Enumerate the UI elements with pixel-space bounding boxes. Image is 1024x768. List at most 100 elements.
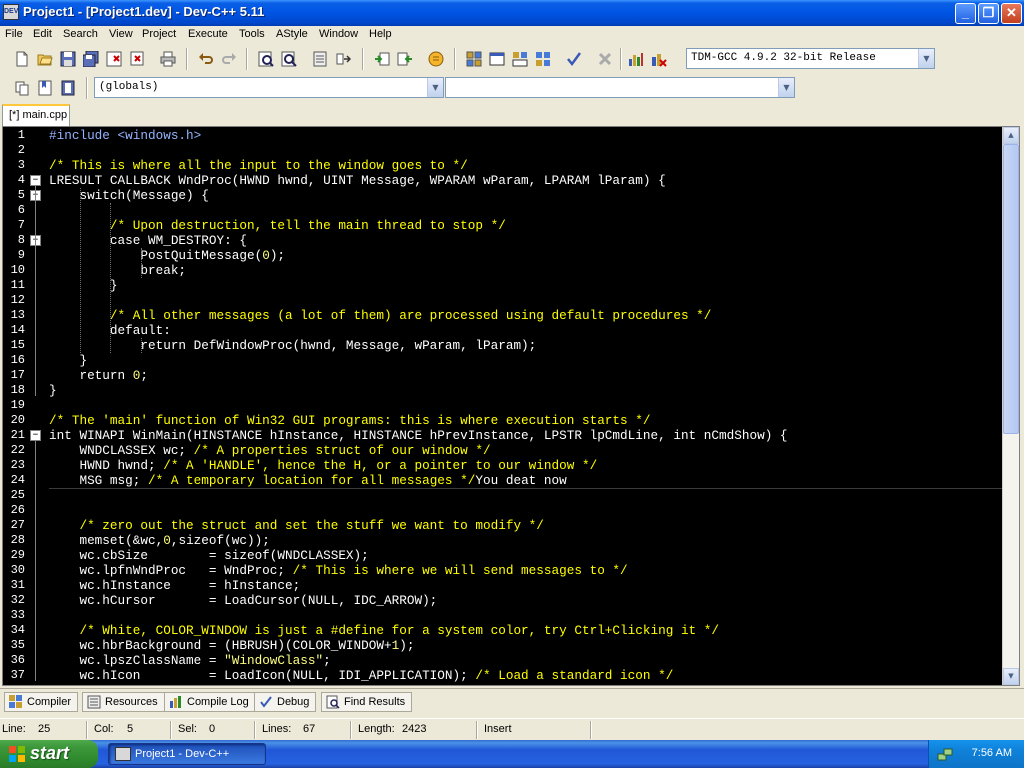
chevron-down-icon[interactable]: ▼ (778, 78, 794, 97)
tab-find-results[interactable]: Find Results (321, 692, 413, 712)
taskbar-item-devcpp[interactable]: Project1 - Dev-C++ (108, 743, 266, 765)
goto-icon[interactable] (310, 49, 330, 69)
run-icon[interactable] (487, 49, 507, 69)
code-line[interactable]: return 0; (49, 368, 1002, 383)
code-line[interactable]: wc.hbrBackground = (HBRUSH)(COLOR_WINDOW… (49, 638, 1002, 653)
syntax-check-icon[interactable] (564, 49, 584, 69)
menu-astyle[interactable]: AStyle (276, 28, 308, 40)
code-line[interactable]: memset(&wc,0,sizeof(wc)); (49, 533, 1002, 548)
code-line[interactable]: case WM_DESTROY: { (49, 233, 1002, 248)
print-icon[interactable] (158, 49, 178, 69)
code-line[interactable]: switch(Message) { (49, 188, 1002, 203)
fold-collapse-icon[interactable]: − (30, 175, 41, 186)
start-button[interactable]: start (0, 740, 98, 768)
save-all-icon[interactable] (81, 49, 101, 69)
code-line[interactable]: LRESULT CALLBACK WndProc(HWND hwnd, UINT… (49, 173, 1002, 188)
insert-icon[interactable] (12, 78, 32, 98)
tab-compile-log[interactable]: Compile Log (164, 692, 256, 712)
code-line[interactable]: } (49, 383, 1002, 398)
compile-run-icon[interactable] (510, 49, 530, 69)
code-line[interactable]: #include <windows.h> (49, 128, 1002, 143)
code-line[interactable]: MSG msg; /* A temporary location for all… (49, 473, 1002, 488)
code-line[interactable]: } (49, 278, 1002, 293)
toggle-comment-icon[interactable] (426, 49, 446, 69)
code-line[interactable]: wc.lpszClassName = "WindowClass"; (49, 653, 1002, 668)
chevron-down-icon[interactable]: ▼ (427, 78, 443, 97)
current-code-line[interactable] (49, 488, 1002, 503)
replace-icon[interactable] (279, 49, 299, 69)
code-line[interactable]: wc.cbSize = sizeof(WNDCLASSEX); (49, 548, 1002, 563)
restore-button[interactable]: ❐ (978, 3, 999, 24)
menu-edit[interactable]: Edit (33, 28, 52, 40)
code-line[interactable]: return DefWindowProc(hwnd, Message, wPar… (49, 338, 1002, 353)
code-line[interactable]: /* White, COLOR_WINDOW is just a #define… (49, 623, 1002, 638)
close-all-icon[interactable] (127, 49, 147, 69)
code-line[interactable]: WNDCLASSEX wc; /* A properties struct of… (49, 443, 1002, 458)
toggle-bookmark-icon[interactable] (35, 78, 55, 98)
code-line[interactable]: break; (49, 263, 1002, 278)
find-icon[interactable] (256, 49, 276, 69)
new-icon[interactable] (12, 49, 32, 69)
menu-view[interactable]: View (109, 28, 133, 40)
code-line[interactable]: wc.hIcon = LoadIcon(NULL, IDI_APPLICATIO… (49, 668, 1002, 683)
code-line[interactable]: /* Upon destruction, tell the main threa… (49, 218, 1002, 233)
menu-help[interactable]: Help (369, 28, 392, 40)
code-line[interactable]: /* This is where all the input to the wi… (49, 158, 1002, 173)
scroll-down-icon[interactable]: ▼ (1003, 668, 1019, 685)
tab-compiler[interactable]: Compiler (4, 692, 79, 712)
code-line[interactable]: HWND hwnd; /* A 'HANDLE', hence the H, o… (49, 458, 1002, 473)
code-line[interactable] (49, 293, 1002, 308)
code-line[interactable]: default: (49, 323, 1002, 338)
code-line[interactable]: PostQuitMessage(0); (49, 248, 1002, 263)
code-line[interactable]: wc.hInstance = hInstance; (49, 578, 1002, 593)
code-area[interactable]: #include <windows.h> /* This is where all… (49, 127, 1002, 685)
scroll-up-icon[interactable]: ▲ (1003, 127, 1019, 144)
rebuild-icon[interactable] (533, 49, 553, 69)
vertical-scrollbar[interactable]: ▲ ▼ (1002, 127, 1019, 685)
close-window-button[interactable]: ✕ (1001, 3, 1022, 24)
code-line[interactable]: /* All other messages (a lot of them) ar… (49, 308, 1002, 323)
stop-icon[interactable] (595, 49, 615, 69)
scope-select[interactable]: (globals) ▼ (94, 77, 444, 98)
code-line[interactable]: /* zero out the struct and set the stuff… (49, 518, 1002, 533)
profile-icon[interactable] (649, 49, 669, 69)
code-line[interactable] (49, 203, 1002, 218)
menu-file[interactable]: File (5, 28, 23, 40)
undo-icon[interactable] (196, 49, 216, 69)
title-bar[interactable]: DEV Project1 - [Project1.dev] - Dev-C++ … (0, 0, 1024, 26)
open-icon[interactable] (35, 49, 55, 69)
bookmark-icon[interactable] (333, 49, 353, 69)
menu-execute[interactable]: Execute (188, 28, 228, 40)
code-editor[interactable]: 1234−5−678−9101112131415161718192021−222… (2, 126, 1020, 686)
tab-debug[interactable]: Debug (254, 692, 317, 712)
code-line[interactable]: wc.hCursor = LoadCursor(NULL, IDC_ARROW)… (49, 593, 1002, 608)
code-line[interactable] (49, 503, 1002, 518)
line-number-gutter[interactable]: 1234−5−678−9101112131415161718192021−222… (3, 127, 49, 685)
compile-icon[interactable] (464, 49, 484, 69)
code-line[interactable] (49, 398, 1002, 413)
tab-main-cpp[interactable]: [*] main.cpp (2, 104, 70, 126)
unindent-icon[interactable] (395, 49, 415, 69)
minimize-button[interactable]: _ (955, 3, 976, 24)
menu-tools[interactable]: Tools (239, 28, 265, 40)
menu-window[interactable]: Window (319, 28, 358, 40)
chevron-down-icon[interactable]: ▼ (918, 49, 934, 68)
devcpp-app-icon[interactable]: DEV (3, 4, 19, 20)
compiler-select[interactable]: TDM-GCC 4.9.2 32-bit Release ▼ (686, 48, 935, 69)
menu-project[interactable]: Project (142, 28, 176, 40)
code-line[interactable]: } (49, 353, 1002, 368)
save-icon[interactable] (58, 49, 78, 69)
code-line[interactable]: /* The 'main' function of Win32 GUI prog… (49, 413, 1002, 428)
code-line[interactable]: wc.lpfnWndProc = WndProc; /* This is whe… (49, 563, 1002, 578)
goto-bookmark-icon[interactable] (58, 78, 78, 98)
code-line[interactable] (49, 608, 1002, 623)
redo-icon[interactable] (219, 49, 239, 69)
code-line[interactable]: int WINAPI WinMain(HINSTANCE hInstance, … (49, 428, 1002, 443)
function-select[interactable]: ▼ (445, 77, 795, 98)
clock[interactable]: 7:56 AM (972, 747, 1012, 759)
chart-icon[interactable] (626, 49, 646, 69)
scroll-thumb[interactable] (1003, 144, 1019, 434)
code-line[interactable] (49, 143, 1002, 158)
close-icon[interactable] (104, 49, 124, 69)
network-icon[interactable] (937, 746, 953, 762)
